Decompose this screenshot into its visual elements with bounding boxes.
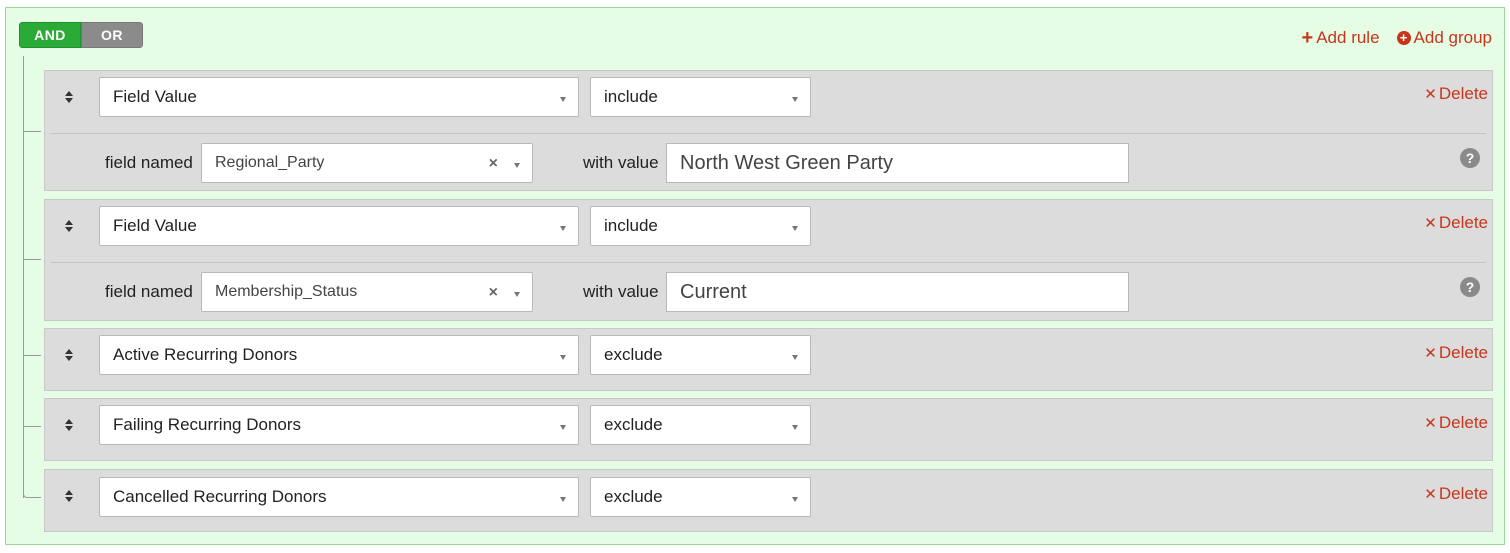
rule-item: Failing Recurring Donors exclude ✕ Delet…	[44, 398, 1493, 461]
operator-select[interactable]: exclude	[590, 335, 811, 375]
close-icon: ✕	[1424, 345, 1437, 362]
delete-label: Delete	[1438, 213, 1488, 232]
chevron-down-icon	[514, 292, 520, 297]
delete-rule-button[interactable]: ✕ Delete	[1424, 484, 1488, 504]
rule-group: AND OR + Add rule + Add group Field Valu…	[5, 7, 1505, 545]
clear-icon[interactable]: ×	[489, 283, 498, 303]
field-select[interactable]: Failing Recurring Donors	[99, 405, 579, 445]
field-select-value: Field Value	[113, 216, 197, 235]
chevron-down-icon	[792, 97, 798, 102]
close-icon: ✕	[1424, 415, 1437, 432]
operator-select-value: exclude	[604, 487, 663, 506]
chevron-down-icon	[560, 497, 566, 502]
operator-select[interactable]: exclude	[590, 477, 811, 517]
rule-item: Field Value include ✕ Delete field named…	[44, 199, 1493, 321]
delete-label: Delete	[1438, 413, 1488, 432]
rule-item: Cancelled Recurring Donors exclude ✕ Del…	[44, 469, 1493, 532]
plus-icon: +	[1301, 26, 1314, 49]
rule-item: Field Value include ✕ Delete field named…	[44, 70, 1493, 191]
operator-select[interactable]: include	[590, 77, 811, 117]
value-input[interactable]: Current	[666, 272, 1129, 312]
field-named-label: field named	[105, 153, 193, 172]
and-button[interactable]: AND	[19, 22, 81, 48]
chevron-down-icon	[560, 97, 566, 102]
add-group-button[interactable]: + Add group	[1396, 28, 1492, 48]
chevron-down-icon	[514, 163, 520, 168]
with-value-label: with value	[583, 282, 659, 301]
conjunction-toggle: AND OR	[19, 22, 143, 48]
value-input[interactable]: North West Green Party	[666, 143, 1129, 183]
delete-rule-button[interactable]: ✕ Delete	[1424, 84, 1488, 104]
or-button[interactable]: OR	[81, 22, 143, 48]
field-name-select[interactable]: Regional_Party ×	[201, 143, 533, 183]
chevron-down-icon	[792, 425, 798, 430]
field-select[interactable]: Cancelled Recurring Donors	[99, 477, 579, 517]
field-select[interactable]: Field Value	[99, 77, 579, 117]
operator-select-value: include	[604, 216, 658, 235]
drag-handle-icon[interactable]	[64, 219, 74, 233]
field-named-label: field named	[105, 282, 193, 301]
help-icon[interactable]: ?	[1460, 277, 1480, 297]
operator-select[interactable]: exclude	[590, 405, 811, 445]
close-icon: ✕	[1424, 486, 1437, 503]
operator-select[interactable]: include	[590, 206, 811, 246]
chevron-down-icon	[792, 497, 798, 502]
chevron-down-icon	[792, 355, 798, 360]
delete-rule-button[interactable]: ✕ Delete	[1424, 413, 1488, 433]
delete-label: Delete	[1438, 484, 1488, 503]
tree-branch	[23, 259, 41, 260]
drag-handle-icon[interactable]	[64, 90, 74, 104]
field-select-value: Cancelled Recurring Donors	[113, 487, 327, 506]
divider	[51, 133, 1486, 134]
field-name-value: Regional_Party	[215, 154, 325, 171]
divider	[51, 262, 1486, 263]
rule-item: Active Recurring Donors exclude ✕ Delete	[44, 328, 1493, 391]
operator-select-value: include	[604, 87, 658, 106]
delete-rule-button[interactable]: ✕ Delete	[1424, 343, 1488, 363]
close-icon: ✕	[1424, 215, 1437, 232]
field-name-value: Membership_Status	[215, 283, 358, 300]
delete-label: Delete	[1438, 343, 1488, 362]
delete-label: Delete	[1438, 84, 1488, 103]
chevron-down-icon	[560, 355, 566, 360]
field-select-value: Active Recurring Donors	[113, 345, 298, 364]
add-group-label: Add group	[1413, 28, 1492, 47]
tree-branch	[23, 131, 41, 132]
group-actions: + Add rule + Add group	[1302, 28, 1492, 48]
drag-handle-icon[interactable]	[64, 418, 74, 432]
tree-branch	[23, 355, 41, 356]
add-rule-label: Add rule	[1316, 28, 1380, 47]
chevron-down-icon	[560, 425, 566, 430]
field-name-select[interactable]: Membership_Status ×	[201, 272, 533, 312]
drag-handle-icon[interactable]	[64, 489, 74, 503]
tree-connector-line	[23, 56, 24, 498]
plus-circle-icon: +	[1396, 31, 1411, 45]
close-icon: ✕	[1424, 86, 1437, 103]
tree-branch	[23, 426, 41, 427]
field-select-value: Field Value	[113, 87, 197, 106]
tree-branch-last	[23, 488, 41, 498]
delete-rule-button[interactable]: ✕ Delete	[1424, 213, 1488, 233]
operator-select-value: exclude	[604, 345, 663, 364]
clear-icon[interactable]: ×	[489, 154, 498, 174]
chevron-down-icon	[560, 226, 566, 231]
add-rule-button[interactable]: + Add rule	[1302, 28, 1380, 48]
field-select[interactable]: Field Value	[99, 206, 579, 246]
with-value-label: with value	[583, 153, 659, 172]
help-icon[interactable]: ?	[1460, 148, 1480, 168]
chevron-down-icon	[792, 226, 798, 231]
field-select[interactable]: Active Recurring Donors	[99, 335, 579, 375]
drag-handle-icon[interactable]	[64, 348, 74, 362]
field-select-value: Failing Recurring Donors	[113, 415, 302, 434]
operator-select-value: exclude	[604, 415, 663, 434]
